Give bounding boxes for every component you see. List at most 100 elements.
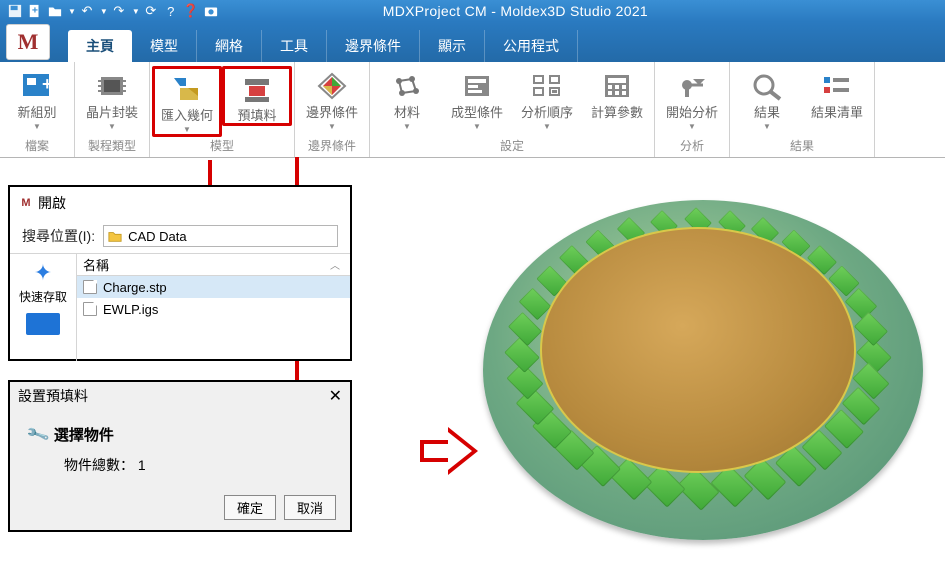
qat-help-icon[interactable]: ? — [162, 2, 180, 20]
qat-save-icon[interactable] — [6, 2, 24, 20]
app-small-icon: M — [18, 196, 34, 210]
ribbon-group-title: 檔案 — [0, 137, 74, 157]
svg-text:+: + — [32, 5, 38, 17]
bc-icon — [315, 68, 349, 104]
sort-asc-icon[interactable]: ︿ — [330, 257, 350, 272]
folder-name: CAD Data — [128, 229, 187, 244]
ribbon-btn-new-group[interactable]: + 新組別 ▼ — [2, 66, 72, 131]
close-icon[interactable]: ✕ — [329, 386, 342, 406]
this-pc-icon[interactable] — [26, 313, 60, 335]
quick-access-toolbar: + ▼ ↶ ▼ ↷ ▼ ⟳ ? ❓ — [0, 0, 226, 22]
chevron-down-icon: ▼ — [688, 122, 696, 131]
ribbon-group-title: 分析 — [655, 137, 729, 157]
ribbon-btn-material[interactable]: 材料 ▼ — [372, 66, 442, 131]
tab-4[interactable]: 邊界條件 — [327, 30, 420, 62]
app-icon[interactable]: M — [6, 24, 50, 60]
tab-1[interactable]: 模型 — [132, 30, 197, 62]
file-name: Charge.stp — [103, 280, 167, 295]
ribbon-group-3: 邊界條件▼ 邊界條件 — [295, 62, 370, 157]
file-name: EWLP.igs — [103, 302, 158, 317]
ribbon-btn-label: 材料 — [394, 106, 420, 120]
ribbon-group-2: 匯入幾何▼ 預填料模型 — [150, 62, 295, 157]
qat-camera-icon[interactable] — [202, 2, 220, 20]
ribbon-group-title: 設定 — [370, 137, 654, 157]
file-item[interactable]: Charge.stp — [77, 276, 350, 298]
chevron-down-icon: ▼ — [543, 122, 551, 131]
ribbon-btn-mold-cond[interactable]: 成型條件 ▼ — [442, 66, 512, 131]
qat-redo-dropdown-icon[interactable]: ▼ — [132, 7, 140, 16]
ribbon-group-title: 邊界條件 — [295, 137, 369, 157]
prefill-icon — [240, 71, 274, 107]
qat-open-icon[interactable] — [46, 2, 64, 20]
ribbon-btn-label: 晶片封裝 — [86, 106, 138, 120]
qat-open-dropdown-icon[interactable]: ▼ — [68, 7, 76, 16]
wafer-chip — [504, 337, 540, 373]
tab-3[interactable]: 工具 — [262, 30, 327, 62]
ribbon-btn-label: 結果清單 — [811, 106, 863, 120]
tab-6[interactable]: 公用程式 — [485, 30, 578, 62]
analysis-order-icon — [530, 68, 564, 104]
file-list-header[interactable]: 名稱 ︿ — [77, 254, 350, 276]
wafer-chip — [854, 312, 888, 346]
chevron-down-icon: ▼ — [183, 125, 191, 134]
calc-param-icon — [600, 68, 634, 104]
folder-dropdown[interactable]: CAD Data — [103, 225, 338, 247]
ribbon-group-title: 結果 — [730, 137, 874, 157]
file-dialog-places: ✦ 快速存取 — [10, 254, 76, 361]
search-location-label: 搜尋位置(I): — [22, 226, 95, 246]
qat-redo-icon[interactable]: ↷ — [110, 2, 128, 20]
chevron-down-icon: ▼ — [33, 122, 41, 131]
star-icon[interactable]: ✦ — [34, 260, 52, 286]
tab-2[interactable]: 網格 — [197, 30, 262, 62]
ribbon: +新組別▼檔案晶片封裝▼製程類型匯入幾何▼預填料模型邊界條件▼邊界條件材料▼成型… — [0, 62, 945, 158]
tab-0[interactable]: 主頁 — [68, 30, 132, 62]
svg-text:+: + — [42, 74, 53, 94]
wafer-3d-view[interactable] — [478, 185, 928, 555]
window-title: MDXProject CM - Moldex3D Studio 2021 — [226, 3, 805, 19]
object-count-label: 物件總數： — [64, 457, 134, 473]
file-item[interactable]: EWLP.igs — [77, 298, 350, 320]
ribbon-btn-calc-param[interactable]: 計算參數 — [582, 66, 652, 120]
ribbon-btn-result[interactable]: 結果▼ — [732, 66, 802, 131]
result-icon — [750, 68, 784, 104]
ok-button[interactable]: 確定 — [224, 495, 276, 520]
qat-about-icon[interactable]: ❓ — [182, 2, 200, 20]
ribbon-group-title: 製程類型 — [75, 137, 149, 157]
ribbon-btn-chip-pack[interactable]: 晶片封裝▼ — [77, 66, 147, 131]
ribbon-group-1: 晶片封裝▼ 製程類型 — [75, 62, 150, 157]
chevron-down-icon: ▼ — [473, 122, 481, 131]
ribbon-btn-bc[interactable]: 邊界條件▼ — [297, 66, 367, 131]
file-icon — [83, 280, 97, 294]
qat-undo-icon[interactable]: ↶ — [78, 2, 96, 20]
qat-refresh-icon[interactable]: ⟳ — [142, 2, 160, 20]
quick-access-label[interactable]: 快速存取 — [19, 288, 67, 305]
start-analysis-icon — [675, 68, 709, 104]
ribbon-btn-label: 新組別 — [17, 106, 56, 120]
material-icon — [390, 68, 424, 104]
ribbon-tab-row: M 主頁模型網格工具邊界條件顯示公用程式 — [0, 22, 945, 62]
ribbon-tabs: 主頁模型網格工具邊界條件顯示公用程式 — [68, 22, 578, 62]
ribbon-group-title: 模型 — [150, 137, 294, 157]
chevron-down-icon: ▼ — [403, 122, 411, 131]
ribbon-group-6: 結果▼ 結果清單結果 — [730, 62, 875, 157]
ribbon-btn-analysis-order[interactable]: 分析順序▼ — [512, 66, 582, 131]
ribbon-btn-start-analysis[interactable]: 開始分析▼ — [657, 66, 727, 131]
prefill-settings-dialog: 設置預填料 ✕ 🔧 選擇物件 物件總數： 1 確定 取消 — [8, 380, 352, 532]
ribbon-btn-result-list[interactable]: 結果清單 — [802, 66, 872, 120]
qat-new-icon[interactable]: + — [26, 2, 44, 20]
column-name[interactable]: 名稱 — [77, 255, 330, 274]
wrench-icon: 🔧 — [25, 421, 52, 448]
chip-pack-icon — [95, 68, 129, 104]
ribbon-btn-prefill[interactable]: 預填料 — [222, 66, 292, 126]
object-count-value: 1 — [138, 457, 146, 473]
cancel-button[interactable]: 取消 — [284, 495, 336, 520]
qat-undo-dropdown-icon[interactable]: ▼ — [100, 7, 108, 16]
select-object-heading: 選擇物件 — [54, 424, 114, 445]
tab-5[interactable]: 顯示 — [420, 30, 485, 62]
chevron-down-icon: ▼ — [763, 122, 771, 131]
ribbon-btn-label: 成型條件 — [451, 106, 503, 120]
prefill-dialog-title: 設置預填料 — [18, 386, 88, 406]
ribbon-btn-import-geom[interactable]: 匯入幾何▼ — [152, 66, 222, 137]
folder-icon — [108, 230, 122, 242]
ribbon-btn-label: 預填料 — [237, 109, 276, 123]
